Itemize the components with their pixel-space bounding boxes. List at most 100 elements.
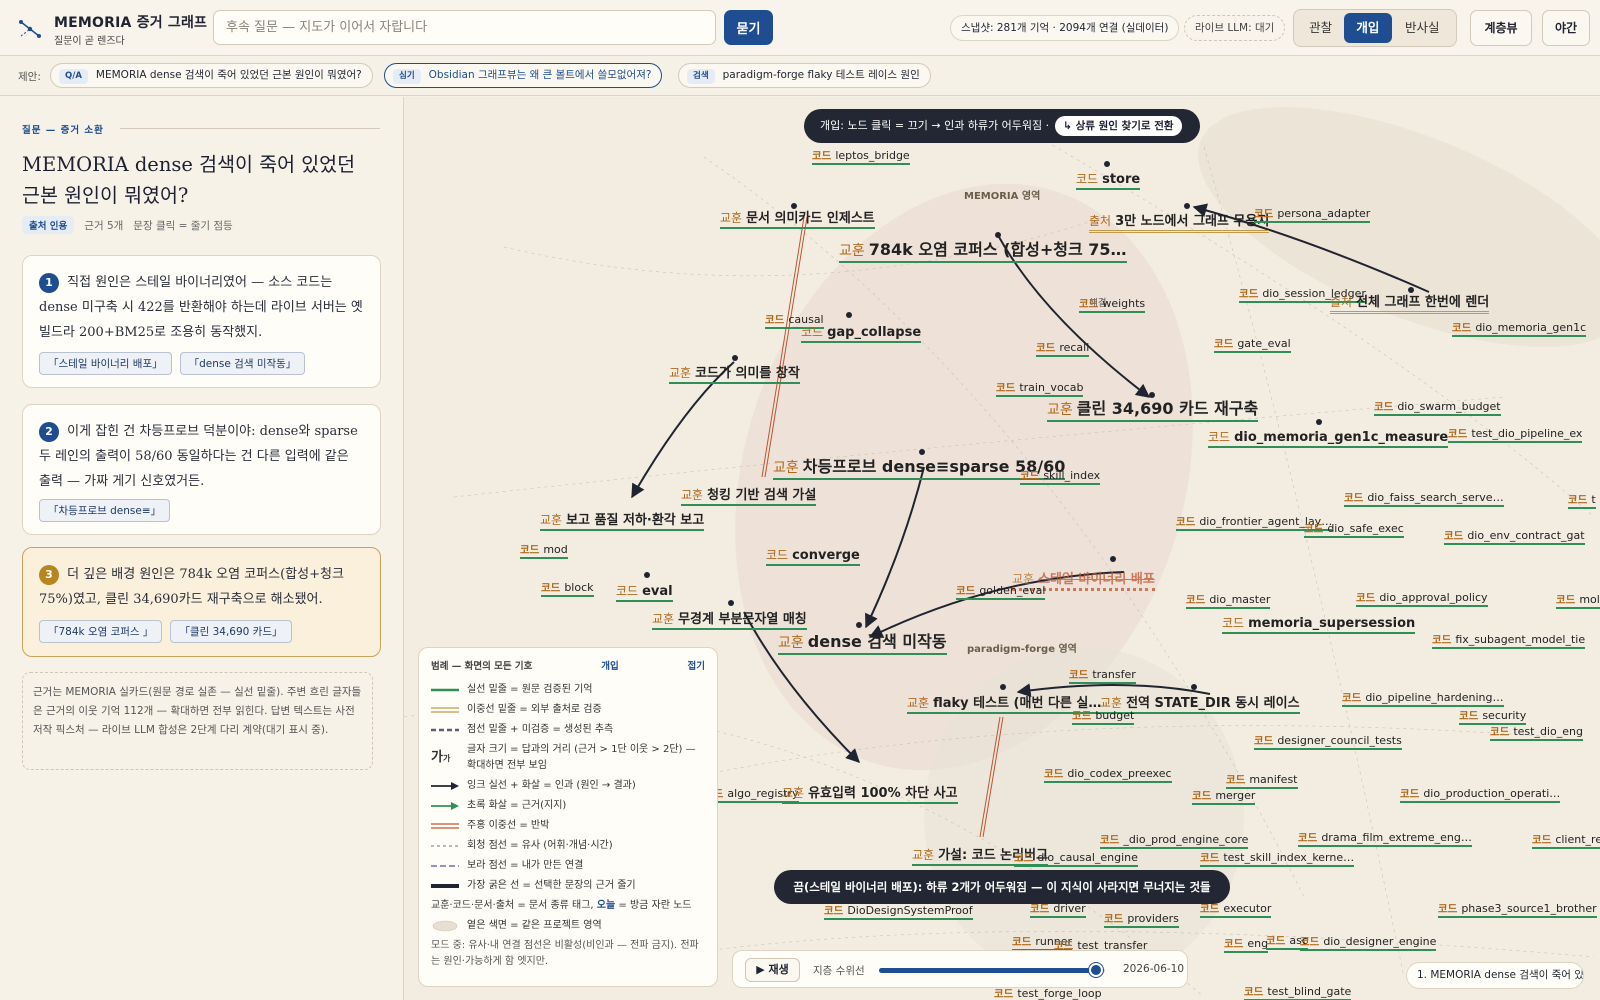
graph-node[interactable]: 교훈 청킹 기반 검색 가설 <box>681 487 817 506</box>
graph-node[interactable]: 코드 transfer <box>1069 668 1136 684</box>
graph-node[interactable]: 코드 dio_safe_exec <box>1304 522 1404 538</box>
graph-node[interactable]: 코드 fix_subagent_model_tie <box>1432 633 1586 649</box>
graph-node-dot <box>1184 203 1190 209</box>
graph-node[interactable]: 코드 dio_memoria_gen1c <box>1452 321 1587 337</box>
graph-node[interactable]: 코드 eval <box>616 583 673 602</box>
graph-node[interactable]: 코드 gap_collapse <box>801 324 922 343</box>
graph-node[interactable]: 코드 leptos_bridge <box>812 149 910 165</box>
citation-chip[interactable]: 「스테일 바이너리 배포」 <box>39 352 172 375</box>
graph-node[interactable]: 교훈 코드가 의미를 창작 <box>669 365 800 384</box>
graph-node[interactable]: 코드 test_forge_loop <box>994 987 1102 1000</box>
graph-node[interactable]: 코드 dio_causal_engine <box>1014 851 1138 867</box>
graph-node[interactable]: 코드 test_dio_eng <box>1490 725 1583 741</box>
graph-node[interactable]: 코드 memoria_supersession <box>1222 615 1416 634</box>
graph-node[interactable]: 코드 DioDesignSystemProof <box>824 904 973 920</box>
graph-node[interactable]: 코드 skill_index <box>1020 469 1101 485</box>
graph-node[interactable]: 교훈 무경계 부분문자열 매칭 <box>652 611 807 630</box>
graph-node[interactable]: 코드 eng <box>1224 937 1269 953</box>
graph-node[interactable]: 코드 dio_env_contract_gat <box>1444 529 1585 545</box>
suggestion-chip[interactable]: 심기 Obsidian 그래프뷰는 왜 큰 볼트에서 쓸모없어져? <box>384 63 663 88</box>
answer-sentence-3[interactable]: 3 더 깊은 배경 원인은 784k 오염 코퍼스(합성+청크 75%)였고, … <box>22 547 381 657</box>
graph-node[interactable]: 코드 executor <box>1200 902 1272 918</box>
graph-node[interactable]: 코드 designer_council_tests <box>1254 734 1402 750</box>
graph-node[interactable]: 코드 dio_codex_preexec <box>1044 767 1172 783</box>
graph-node[interactable]: 코드 dio_production_operati… <box>1400 787 1561 803</box>
graph-node[interactable]: 코드 budget <box>1072 709 1135 725</box>
question-input[interactable] <box>213 10 716 45</box>
suggestion-chip[interactable]: 검색 paradigm-forge flaky 테스트 레이스 원인 <box>678 63 931 88</box>
graph-node[interactable]: 코드 test_blind_gate <box>1244 985 1352 1000</box>
graph-node[interactable]: 코드 dio_approval_policy <box>1356 591 1488 607</box>
graph-node-dot <box>1408 287 1414 293</box>
graph-node[interactable]: 코드 recall <box>1036 341 1090 357</box>
graph-node[interactable]: 교훈 클린 34,690 카드 재구축 <box>1047 399 1259 422</box>
suggestion-bar: 제안: Q/A MEMORIA dense 검색이 죽어 있었던 근본 원인이 뭐… <box>0 56 1600 96</box>
answer-sentence-1[interactable]: 1 직접 원인은 스테일 바이너리였어 — 소스 코드는 dense 미구축 시… <box>22 255 381 388</box>
sentence-number: 2 <box>39 421 59 442</box>
graph-node[interactable]: 코드 dio_memoria_gen1c_measure <box>1208 429 1449 448</box>
graph-node[interactable]: 코드 weights <box>1079 297 1146 313</box>
legend-collapse-button[interactable]: 접기 <box>688 658 705 672</box>
graph-node[interactable]: 코드 merger <box>1192 789 1256 805</box>
graph-node[interactable]: 코드 test_skill_index_kerne… <box>1200 851 1355 867</box>
graph-node[interactable]: 코드 block <box>541 581 594 597</box>
graph-node[interactable]: 코드 mol <box>1556 593 1600 609</box>
top-bar: MEMORIA 증거 그래프 질문이 곧 렌즈다 묻기 스냅샷: 281개 기억… <box>0 0 1600 56</box>
graph-node[interactable]: 코드 t <box>1568 493 1596 509</box>
legend-panel: 범례 — 화면의 모든 기호 개입 접기 실선 밑줄 = 원문 검증된 기억 이… <box>418 647 718 987</box>
section-label: 질문 — 증거 소환 <box>22 125 104 136</box>
graph-node[interactable]: 교훈 문서 의미카드 인제스트 <box>720 210 875 229</box>
graph-node[interactable]: 코드 dio_pipeline_hardening… <box>1342 691 1504 707</box>
divider <box>120 128 380 129</box>
graph-node[interactable]: 코드 persona_adapter <box>1254 207 1371 223</box>
graph-node[interactable]: 교훈 784k 오염 코퍼스 (합성+청크 75… <box>839 240 1127 263</box>
graph-node[interactable]: 교훈 dense 검색 미작동 <box>778 632 947 655</box>
ask-button[interactable]: 묻기 <box>724 10 773 45</box>
graph-node[interactable]: 코드 dio_designer_engine <box>1300 935 1437 951</box>
graph-node[interactable]: 코드 phase3_source1_brother <box>1438 902 1597 918</box>
graph-node[interactable]: 코드 manifest <box>1226 773 1298 789</box>
graph-node[interactable]: 코드 golden_eval <box>956 584 1046 600</box>
graph-node[interactable]: 코드 driver <box>1030 902 1086 918</box>
mode-counterfactual[interactable]: 반사실 <box>1392 13 1453 43</box>
graph-node[interactable]: 코드 security <box>1459 709 1527 725</box>
night-mode-button[interactable]: 야간 <box>1542 10 1590 46</box>
timeline-slider[interactable] <box>879 963 1105 977</box>
play-button[interactable]: ▶ 재생 <box>745 958 800 982</box>
question-history-pill[interactable]: 1. MEMORIA dense 검색이 죽어 있었던 근본 원인이 뭐였어? <box>1406 962 1584 989</box>
graph-node[interactable]: 코드 store <box>1076 171 1141 190</box>
graph-node[interactable]: 교훈 보고 품질 저하·환각 보고 <box>540 512 705 531</box>
citation-chip[interactable]: 「클린 34,690 카드」 <box>170 620 292 643</box>
graph-node[interactable]: 코드 drama_film_extreme_eng… <box>1298 831 1472 847</box>
graph-node[interactable]: 코드 train_vocab <box>996 381 1084 397</box>
citation-chip[interactable]: 「784k 오염 코퍼스 」 <box>39 620 163 643</box>
citation-chip[interactable]: 「차등프로브 dense≡」 <box>39 499 171 522</box>
evidence-note: 근거는 MEMORIA 실카드(원문 경로 실존 — 실선 밑줄). 주변 흐린… <box>22 672 373 770</box>
live-llm-status: 라이브 LLM: 대기 <box>1184 15 1286 41</box>
citation-chip[interactable]: 「dense 검색 미작동」 <box>179 352 306 375</box>
suggestion-chip[interactable]: Q/A MEMORIA dense 검색이 죽어 있었던 근본 원인이 뭐였어? <box>50 63 373 88</box>
graph-node[interactable]: 코드client_rep <box>1532 833 1600 849</box>
graph-node[interactable]: 출처 전체 그래프 한번에 렌더 <box>1330 294 1490 314</box>
graph-node[interactable]: 코드 converge <box>766 547 860 566</box>
graph-node[interactable]: 코드 _dio_prod_engine_core <box>1100 833 1249 849</box>
graph-node[interactable]: 코드 mod <box>520 543 568 559</box>
graph-node[interactable]: 코드 dio_master <box>1186 593 1271 609</box>
graph-node[interactable]: 교훈 유효입력 100% 차단 사고 <box>782 785 958 804</box>
graph-node[interactable]: 코드 asc <box>1266 934 1308 950</box>
graph-node[interactable]: 출처 3만 노드에서 그래프 무용지 <box>1089 213 1270 233</box>
graph-node[interactable]: 코드 gate_eval <box>1214 337 1291 353</box>
upstream-toggle-button[interactable]: ↳ 상류 원인 찾기로 전환 <box>1055 116 1182 136</box>
graph-node-dot <box>1104 161 1110 167</box>
hierarchy-view-button[interactable]: 계층뷰 <box>1470 10 1532 46</box>
sentence-number: 1 <box>39 272 59 293</box>
timeline-handle[interactable] <box>1088 963 1103 977</box>
mode-observe[interactable]: 관찰 <box>1297 13 1344 43</box>
graph-node[interactable]: 코드 dio_swarm_budget <box>1374 400 1501 416</box>
graph-node[interactable]: 코드 dio_faiss_search_serve… <box>1344 491 1504 507</box>
graph-node[interactable]: 코드 providers <box>1104 912 1179 928</box>
legend-item: 글자 크기 = 답과의 거리 (근거 > 1단 이웃 > 2단) — 확대하면 … <box>467 744 696 771</box>
graph-node[interactable]: 코드 test_dio_pipeline_ex <box>1448 427 1583 443</box>
mode-intervene[interactable]: 개입 <box>1344 13 1392 43</box>
answer-sentence-2[interactable]: 2 이게 잡힌 건 차등프로브 덕분이야: dense와 sparse 두 레인… <box>22 404 381 535</box>
